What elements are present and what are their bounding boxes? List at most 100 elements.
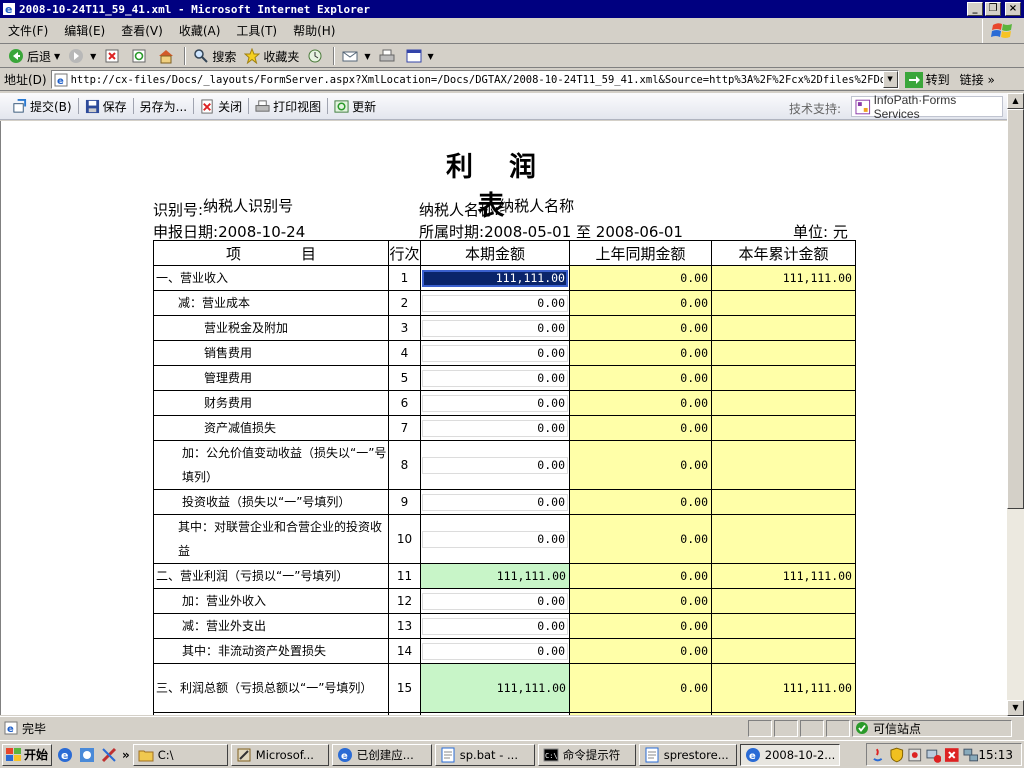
header-ytd-amount: 本年累计金额 [711, 240, 856, 266]
print-button[interactable] [375, 48, 402, 64]
ie-quicklaunch-icon[interactable]: e [56, 746, 74, 764]
current-amount-cell [420, 712, 570, 715]
table-row: 销售费用 4 0.00 [153, 340, 856, 366]
task-button-active[interactable]: e 2008-10-2... [739, 743, 840, 766]
task-button[interactable]: sp.bat - ... [434, 743, 535, 766]
network-warning-icon[interactable] [926, 747, 942, 763]
menu-favorites[interactable]: 收藏(A) [171, 22, 229, 39]
address-input[interactable] [70, 71, 883, 88]
current-amount-cell [420, 514, 570, 564]
shield-icon[interactable] [889, 747, 905, 763]
close-form-button[interactable]: 关闭 [196, 98, 246, 115]
refresh-button[interactable] [127, 48, 154, 64]
address-dropdown-button[interactable]: ▼ [882, 71, 898, 88]
save-button[interactable]: 保存 [81, 98, 131, 115]
toolbar-separator [333, 47, 336, 65]
search-button[interactable]: 搜索 [189, 48, 240, 65]
chevron-down-icon[interactable]: ▼ [90, 52, 96, 61]
submit-button[interactable]: 提交(B) [8, 98, 76, 115]
current-amount-input[interactable] [422, 319, 568, 337]
infopath-forms-services-logo[interactable]: InfoPath·Forms Services [851, 93, 1003, 121]
current-amount-input[interactable] [422, 344, 568, 362]
current-amount-input[interactable] [422, 592, 568, 610]
back-button[interactable]: 后退 ▼ [4, 48, 64, 65]
start-button[interactable]: 开始 [2, 743, 52, 766]
security-zone[interactable]: 可信站点 [852, 719, 1012, 737]
explorer-quicklaunch-icon[interactable] [78, 746, 96, 764]
favorites-button[interactable]: 收藏夹 [240, 48, 303, 65]
update-button[interactable]: 更新 [330, 98, 380, 115]
scroll-up-button[interactable]: ▲ [1007, 93, 1024, 109]
forward-button[interactable]: ▼ [64, 48, 100, 64]
period-value[interactable]: 2008-05-01 至 2008-06-01 [484, 223, 683, 241]
edit-button[interactable]: ▼ [402, 48, 438, 64]
mail-button[interactable]: ▼ [338, 48, 374, 64]
current-amount-input[interactable] [422, 530, 568, 548]
table-row: 资产减值损失 7 0.00 [153, 415, 856, 441]
search-label: 搜索 [212, 49, 237, 64]
print-view-button[interactable]: 打印视图 [251, 98, 325, 115]
task-button[interactable]: e 已创建应... [331, 743, 432, 766]
network-icon[interactable] [963, 747, 979, 763]
current-amount-input[interactable] [422, 369, 568, 387]
menu-tools[interactable]: 工具(T) [228, 22, 285, 39]
current-amount-input[interactable] [422, 456, 568, 474]
restore-button[interactable]: ❐ [985, 2, 1001, 16]
current-amount-input[interactable] [422, 394, 568, 412]
security-center-icon[interactable] [907, 747, 923, 763]
save-as-button[interactable]: 另存为... [136, 98, 191, 115]
menu-edit[interactable]: 编辑(E) [56, 22, 113, 39]
ytd-amount [711, 365, 856, 391]
task-button[interactable]: sprestore... [638, 743, 737, 766]
current-amount-input[interactable] [422, 642, 568, 660]
row-item-label: 加：公允价值变动收益（损失以“一”号填列） [153, 440, 389, 490]
current-amount-cell [420, 290, 570, 316]
row-number: 15 [388, 663, 421, 713]
toolbar-separator [132, 98, 134, 114]
alert-icon[interactable] [944, 747, 960, 763]
minimize-button[interactable]: _ [967, 2, 983, 16]
scroll-thumb[interactable] [1007, 109, 1024, 509]
taxpayer-name-value[interactable]: 纳税人名称 [499, 197, 574, 215]
clock[interactable]: 15:13 [978, 748, 1013, 762]
stop-button[interactable] [100, 48, 127, 64]
chevron-down-icon[interactable]: ▼ [428, 52, 434, 61]
history-button[interactable] [303, 48, 330, 64]
row-item-label: 加：营业外收入 [153, 588, 389, 614]
java-icon[interactable] [870, 747, 886, 763]
filing-date-label: 申报日期: [153, 223, 219, 241]
address-box[interactable]: e ▼ [50, 70, 899, 89]
chevron-down-icon[interactable]: ▼ [364, 52, 370, 61]
address-bar: 地址(D) e ▼ 转到 链接 » [0, 69, 1024, 91]
task-button[interactable]: C:\ [132, 743, 228, 766]
menu-view[interactable]: 查看(V) [113, 22, 171, 39]
filing-date-value[interactable]: 2008-10-24 [218, 223, 305, 241]
current-amount-input[interactable] [422, 269, 568, 287]
current-amount-cell [420, 390, 570, 416]
go-button[interactable]: 转到 [904, 71, 950, 88]
tax-id-value[interactable]: 纳税人识别号 [203, 197, 293, 215]
prior-year-amount: 0.00 [569, 563, 712, 589]
home-button[interactable] [154, 48, 181, 64]
row-number: 1 [388, 265, 421, 291]
current-amount-input[interactable] [422, 493, 568, 511]
vertical-scrollbar[interactable]: ▲ ▼ [1007, 93, 1024, 716]
current-amount-input[interactable] [422, 294, 568, 312]
more-quicklaunch-button[interactable]: » [122, 748, 130, 762]
svg-text:e: e [57, 76, 64, 87]
row-number: 9 [388, 489, 421, 515]
scroll-down-button[interactable]: ▼ [1007, 700, 1024, 716]
current-amount-input[interactable] [422, 617, 568, 635]
close-button[interactable]: × [1005, 2, 1021, 16]
menu-help[interactable]: 帮助(H) [285, 22, 343, 39]
tools-quicklaunch-icon[interactable] [100, 746, 118, 764]
task-button[interactable]: Microsof... [230, 743, 329, 766]
menu-file[interactable]: 文件(F) [0, 22, 56, 39]
task-button[interactable]: C:\ 命令提示符 [537, 743, 636, 766]
links-button[interactable]: 链接 » [960, 71, 995, 88]
address-label: 地址(D) [4, 73, 47, 87]
chevron-down-icon[interactable]: ▼ [54, 52, 60, 61]
mail-icon [342, 51, 358, 62]
current-amount-input[interactable] [422, 419, 568, 437]
back-arrow-icon [9, 49, 23, 63]
